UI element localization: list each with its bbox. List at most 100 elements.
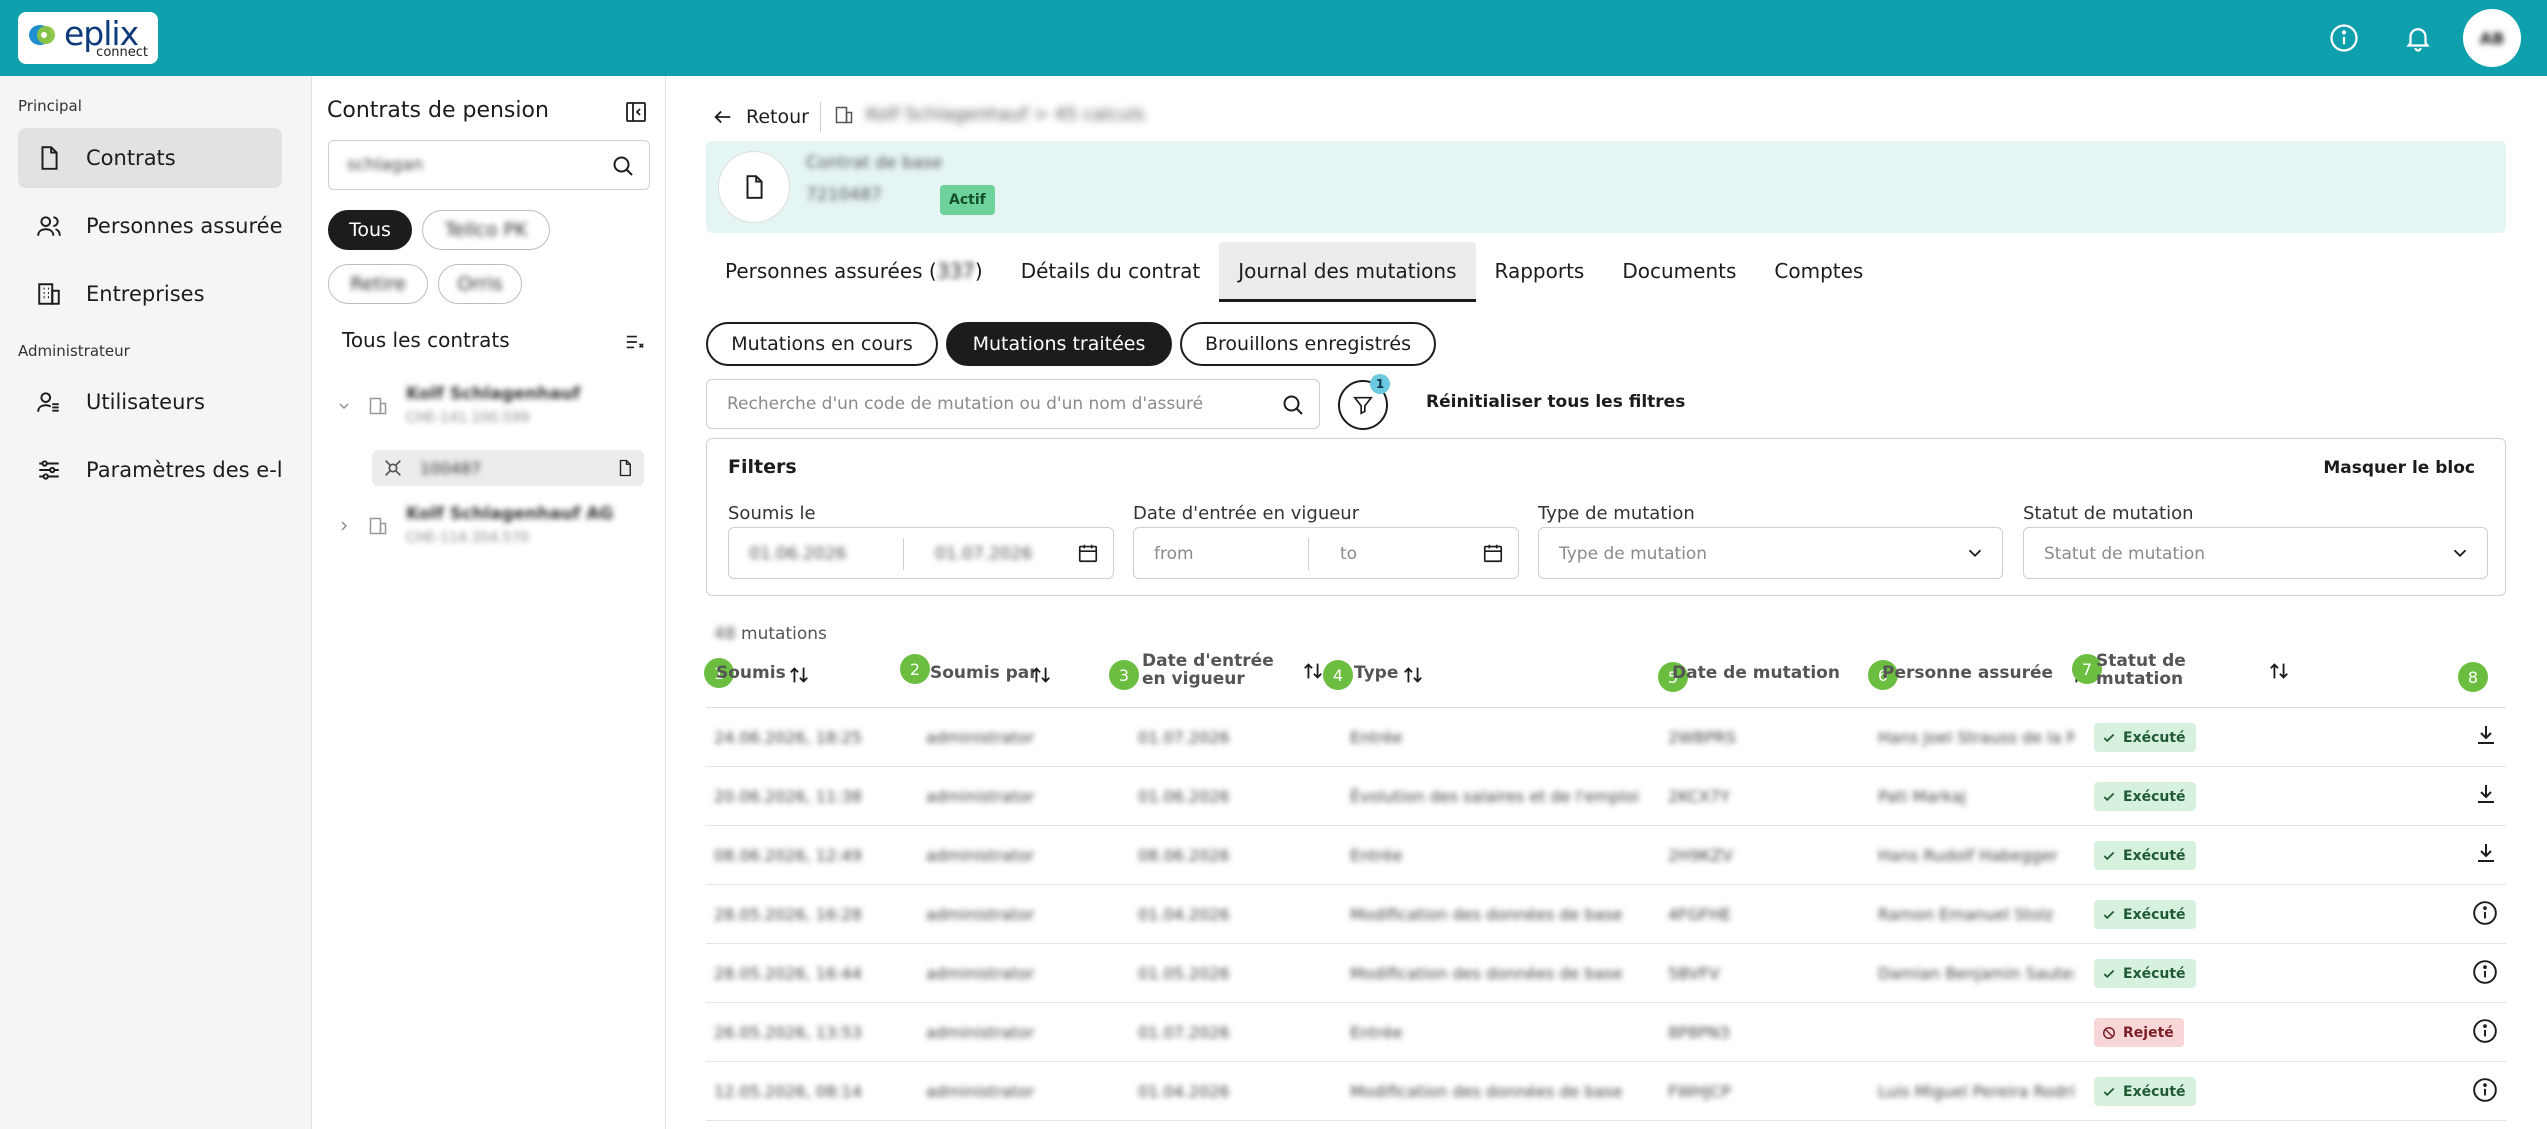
contract-title: Contrat de base — [806, 153, 943, 173]
chip-tellco[interactable]: Tellco PK — [422, 210, 550, 250]
tab-personnes-assurees[interactable]: Personnes assurées (337) — [706, 242, 1002, 302]
breadcrumb[interactable]: Kolf Schlagenhauf > 45 calculs — [834, 104, 1145, 125]
divider — [1308, 538, 1309, 570]
table-row[interactable]: 28.05.2026, 16:28 administrator 01.04.2026… — [706, 885, 2506, 944]
sidebar-item-contrats[interactable]: Contrats — [18, 128, 282, 188]
search-icon[interactable] — [611, 154, 635, 178]
info-icon[interactable] — [2472, 959, 2498, 989]
table-header: 1 Soumis 2 Soumis par 3 Date d'entrée en… — [704, 648, 2506, 708]
mutation-type-select[interactable]: Type de mutation — [1538, 527, 2003, 579]
building-icon — [368, 516, 388, 540]
panel-title: Contrats de pension — [327, 98, 549, 123]
info-icon[interactable] — [2472, 1018, 2498, 1048]
sidebar-item-parametres[interactable]: Paramètres des e-l — [18, 440, 282, 500]
column-header-soumis-par[interactable]: Soumis par — [930, 664, 1038, 682]
mutation-search-field[interactable] — [706, 379, 1320, 429]
cell-effective-date: 01.07.2026 — [1138, 728, 1230, 747]
tree-item-contract-selected[interactable]: 100487 — [372, 450, 644, 486]
column-header-type[interactable]: Type — [1354, 664, 1398, 682]
sort-icon[interactable] — [788, 664, 810, 686]
mutation-search-input[interactable] — [727, 394, 1267, 414]
tab-documents[interactable]: Documents — [1603, 242, 1755, 302]
sidebar-item-label: Utilisateurs — [86, 390, 205, 414]
table-row[interactable]: 20.06.2026, 11:38 administrator 01.06.2026… — [706, 767, 2506, 826]
date-from-placeholder: from — [1154, 544, 1194, 564]
table-row[interactable]: 24.06.2026, 18:25 administrator 01.07.2026… — [706, 708, 2506, 767]
users-icon — [37, 216, 61, 236]
download-icon[interactable] — [2474, 782, 2498, 810]
sort-icon[interactable] — [1302, 660, 1324, 682]
search-icon[interactable] — [1281, 393, 1305, 417]
status-badge: Exécuté — [2094, 1077, 2196, 1106]
tab-rapports[interactable]: Rapports — [1476, 242, 1604, 302]
chevron-down-icon — [1968, 549, 1982, 558]
bell-icon[interactable] — [2400, 20, 2436, 56]
column-header-date-mutation[interactable]: Date de mutation — [1672, 664, 1840, 682]
status-label: Exécuté — [2123, 729, 2186, 746]
sort-icon[interactable] — [1030, 664, 1052, 686]
search-value: schlagan — [347, 155, 424, 175]
column-header-statut[interactable]: Statut de mutation — [2096, 652, 2206, 688]
tree-collapse-icon[interactable] — [336, 518, 352, 538]
tree-item-company[interactable]: Kolf Schlagenhauf AG CHE-114.354.570 — [406, 504, 613, 546]
calendar-icon[interactable] — [1077, 542, 1099, 564]
table-row[interactable]: 08.06.2026, 12:49 administrator 08.06.2026… — [706, 826, 2506, 885]
calendar-icon[interactable] — [1482, 542, 1504, 564]
table-row[interactable]: 26.05.2026, 13:53 administrator 01.07.2026… — [706, 1003, 2506, 1062]
cell-submitted-by: administrator — [926, 728, 1035, 747]
info-icon[interactable] — [2472, 900, 2498, 930]
chip-retire[interactable]: Retire — [328, 264, 428, 304]
funnel-icon — [1353, 396, 1373, 415]
table-row[interactable]: 28.05.2026, 16:44 administrator 01.05.2026… — [706, 944, 2506, 1003]
forbidden-icon — [2103, 1026, 2115, 1039]
info-icon[interactable] — [2472, 1077, 2498, 1107]
back-button[interactable]: Retour — [712, 106, 809, 128]
avatar-initials: AB — [2479, 28, 2505, 48]
download-icon[interactable] — [2474, 723, 2498, 751]
tab-comptes[interactable]: Comptes — [1755, 242, 1882, 302]
tab-details-contrat[interactable]: Détails du contrat — [1002, 242, 1220, 302]
effective-date-range[interactable]: from to — [1133, 527, 1519, 579]
cell-submitted-by: administrator — [926, 846, 1035, 865]
avatar[interactable]: AB — [2463, 9, 2521, 67]
sidebar-item-label: Paramètres des e-l — [86, 458, 282, 482]
column-header-soumis[interactable]: Soumis — [716, 664, 786, 682]
contracts-panel: Contrats de pension schlagan Tous Tellco… — [312, 76, 666, 1129]
sort-icon[interactable] — [2268, 660, 2290, 682]
contracts-search-input[interactable]: schlagan — [328, 140, 650, 190]
cell-mutation-code: 4FGFHE — [1668, 905, 1732, 924]
tree-expand-icon[interactable] — [336, 398, 352, 418]
chip-orris[interactable]: Orris — [438, 264, 522, 304]
segment-mutations-traitees[interactable]: Mutations traitées — [946, 322, 1172, 366]
list-filter-icon[interactable] — [624, 332, 646, 356]
sidebar-item-utilisateurs[interactable]: Utilisateurs — [18, 372, 282, 432]
download-icon[interactable] — [2474, 841, 2498, 869]
cell-person: Ramon Emanuel Stolz — [1878, 905, 2054, 924]
segment-brouillons[interactable]: Brouillons enregistrés — [1180, 322, 1436, 366]
sort-icon[interactable] — [1402, 664, 1424, 686]
tab-journal-mutations[interactable]: Journal des mutations — [1219, 242, 1476, 302]
chip-label: Tellco PK — [444, 219, 528, 241]
logo[interactable]: eplix connect — [18, 12, 158, 64]
cell-submitted: 24.06.2026, 18:25 — [714, 728, 862, 747]
tree-item-company[interactable]: Kolf Schlagenhauf CHE-141.100.599 — [406, 384, 580, 426]
tree-item-code: CHE-141.100.599 — [406, 410, 530, 426]
segment-mutations-en-cours[interactable]: Mutations en cours — [706, 322, 938, 366]
hide-filters-button[interactable]: Masquer le bloc — [2323, 458, 2475, 478]
tree-item-name: Kolf Schlagenhauf AG — [406, 504, 614, 524]
contract-icon — [385, 460, 401, 476]
table-row[interactable]: 12.05.2026, 08:14 administrator 01.04.2026… — [706, 1062, 2506, 1121]
info-icon[interactable] — [2326, 20, 2362, 56]
cell-person: Damian Benjamin Sauter — [1878, 964, 2074, 983]
mutation-status-select[interactable]: Statut de mutation — [2023, 527, 2488, 579]
column-header-personne[interactable]: Personne assurée — [1882, 664, 2053, 682]
sidebar-item-personnes[interactable]: Personnes assurée — [18, 196, 282, 256]
reset-filters-button[interactable]: Réinitialiser tous les filtres — [1426, 392, 1685, 412]
chip-tous[interactable]: Tous — [328, 210, 412, 250]
filters-title: Filters — [728, 456, 797, 478]
column-header-date-entree[interactable]: Date d'entrée en vigueur — [1142, 652, 1292, 688]
collapse-panel-icon[interactable] — [624, 100, 648, 128]
sidebar-item-entreprises[interactable]: Entreprises — [18, 264, 282, 324]
nav-section-principal: Principal — [18, 97, 82, 115]
submitted-date-range[interactable]: 01.06.2026 01.07.2026 — [728, 527, 1114, 579]
